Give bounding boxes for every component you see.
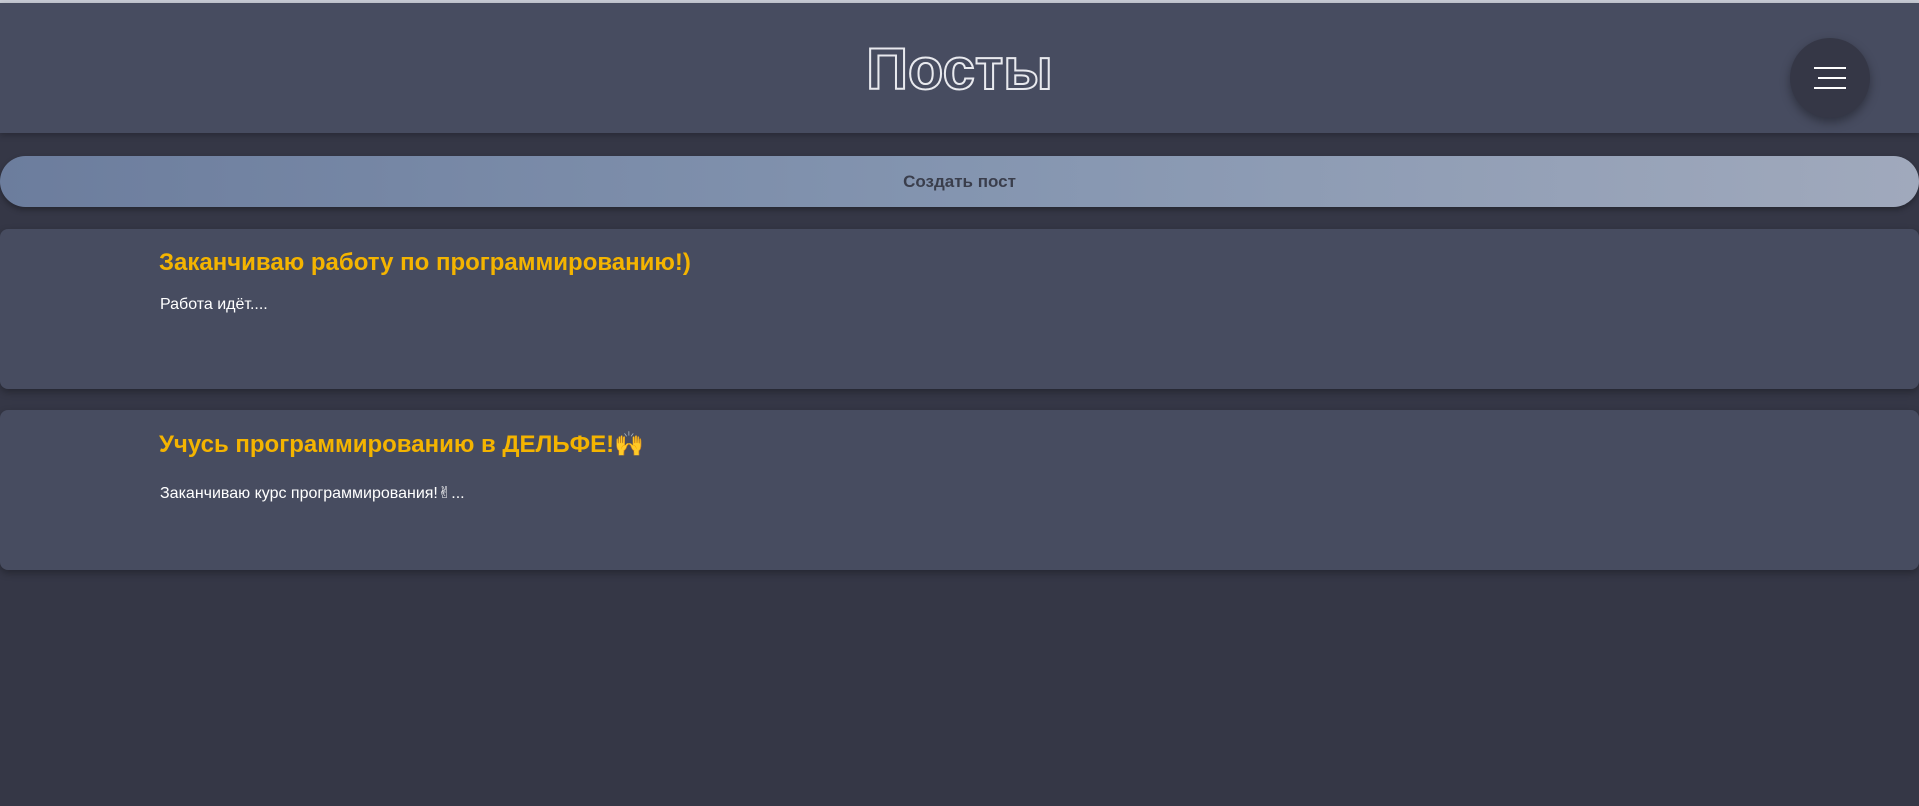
- page-header: Посты: [0, 3, 1919, 133]
- post-title: Заканчиваю работу по программированию!): [159, 249, 691, 276]
- create-post-button[interactable]: Создать пост: [0, 156, 1919, 207]
- post-card[interactable]: Заканчиваю работу по программированию!) …: [0, 229, 1919, 389]
- post-card[interactable]: Учусь программированию в ДЕЛЬФЕ!🙌 Заканч…: [0, 410, 1919, 570]
- post-body: Работа идёт....: [160, 296, 268, 313]
- page-title: Посты: [865, 36, 1054, 103]
- menu-button[interactable]: [1790, 38, 1870, 118]
- post-title: Учусь программированию в ДЕЛЬФЕ!🙌: [159, 431, 644, 458]
- post-body: Заканчиваю курс программирования!✌...: [160, 485, 465, 502]
